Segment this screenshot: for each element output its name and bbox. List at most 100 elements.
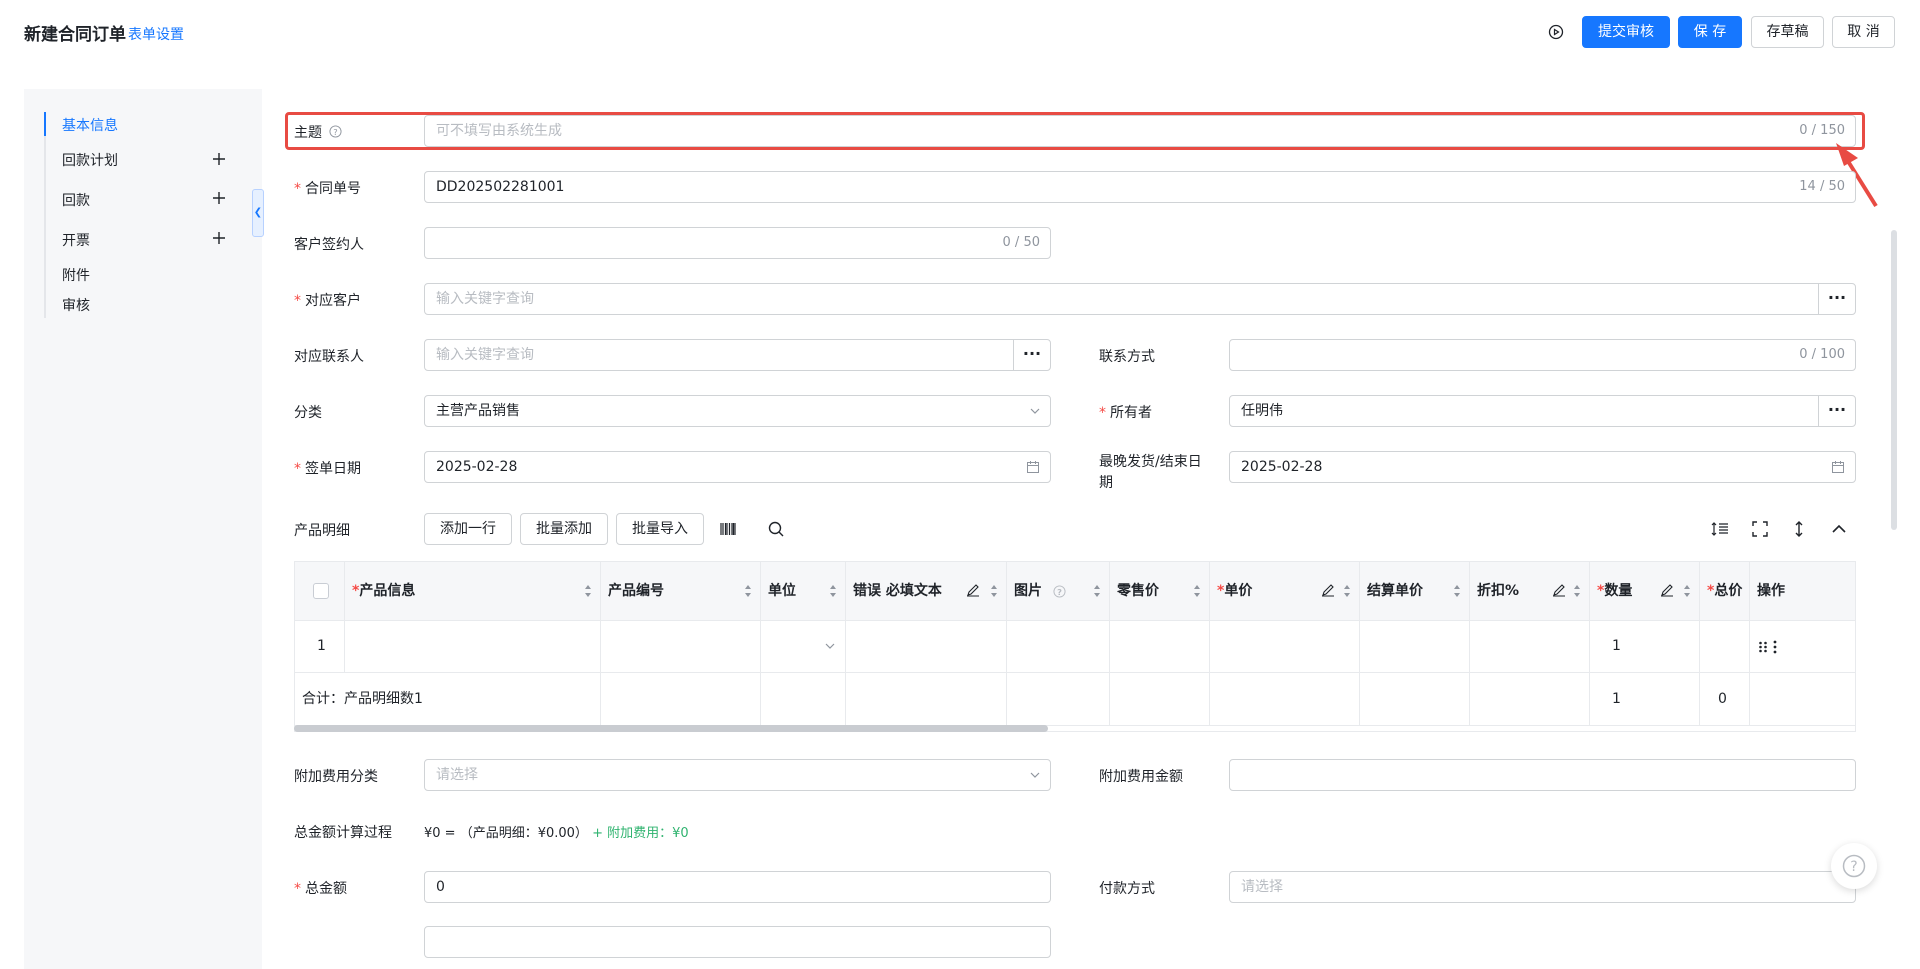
sidebar-active-indicator xyxy=(44,112,46,136)
sign-date-input[interactable]: 2025-02-28 xyxy=(424,451,1051,483)
latest-delivery-input[interactable]: 2025-02-28 xyxy=(1229,451,1856,483)
contact-input[interactable]: 输入关键字查询 xyxy=(424,339,1014,371)
contact-method-input[interactable]: 0 / 100 xyxy=(1229,339,1856,371)
drag-icon[interactable] xyxy=(1758,640,1768,654)
sort-icon[interactable] xyxy=(1453,584,1461,598)
calc-process-text: ¥0 = （产品明细：¥0.00） + 附加费用：¥0 xyxy=(424,826,689,841)
sidebar-item-attachment[interactable]: 附件 xyxy=(62,265,90,285)
sidebar-item-basic-info[interactable]: 基本信息 xyxy=(62,115,118,135)
sort-icon[interactable] xyxy=(1683,584,1691,598)
cell-image[interactable] xyxy=(1007,620,1110,673)
plus-icon[interactable] xyxy=(212,231,226,245)
sidebar-item-payment-plan[interactable]: 回款计划 xyxy=(62,150,118,170)
cell-retail-price[interactable] xyxy=(1110,620,1210,673)
sidebar xyxy=(24,89,262,969)
cell-product-info[interactable] xyxy=(345,620,601,673)
summary-cell xyxy=(846,673,1007,726)
save-draft-button[interactable]: 存草稿 xyxy=(1751,16,1824,48)
fullscreen-icon[interactable] xyxy=(1751,520,1769,538)
payment-method-label: 付款方式 xyxy=(1099,881,1155,897)
cancel-button[interactable]: 取 消 xyxy=(1832,16,1895,48)
cell-product-code[interactable] xyxy=(601,620,761,673)
contact-more-button[interactable]: ··· xyxy=(1013,339,1051,371)
select-all-checkbox[interactable] xyxy=(313,583,329,599)
expand-vertical-icon[interactable] xyxy=(1790,520,1808,538)
sort-icon[interactable] xyxy=(829,584,837,598)
owner-input[interactable]: 任明伟 xyxy=(1229,395,1819,427)
cell-total-price[interactable] xyxy=(1700,620,1750,673)
edit-icon[interactable] xyxy=(1660,583,1674,597)
save-button[interactable]: 保 存 xyxy=(1678,16,1742,48)
batch-add-button[interactable]: 批量添加 xyxy=(520,513,608,545)
calendar-icon xyxy=(1832,461,1844,473)
sidebar-item-review[interactable]: 审核 xyxy=(62,295,90,315)
page-vertical-scrollbar[interactable] xyxy=(1891,230,1897,530)
th-error-required[interactable]: 错误 必填文本 xyxy=(846,562,1007,620)
summary-cell xyxy=(1750,673,1855,726)
chevron-up-icon[interactable] xyxy=(1830,520,1848,538)
sort-icon[interactable] xyxy=(1193,584,1201,598)
customer-input[interactable]: 输入关键字查询 xyxy=(424,283,1819,315)
th-product-info[interactable]: *产品信息 xyxy=(345,562,601,620)
customer-signer-input[interactable]: 0 / 50 xyxy=(424,227,1051,259)
cell-unit-price[interactable] xyxy=(1210,620,1360,673)
customer-more-button[interactable]: ··· xyxy=(1818,283,1856,315)
plus-icon[interactable] xyxy=(212,191,226,205)
sort-icon[interactable] xyxy=(990,584,998,598)
sort-icon[interactable] xyxy=(1573,584,1581,598)
batch-import-button[interactable]: 批量导入 xyxy=(616,513,704,545)
more-vertical-icon[interactable] xyxy=(1772,640,1778,654)
contract-no-label: * 合同单号 xyxy=(294,181,361,197)
edit-icon[interactable] xyxy=(1321,583,1335,597)
total-amount-input[interactable]: 0 xyxy=(424,871,1051,903)
cell-discount[interactable] xyxy=(1470,620,1590,673)
sort-icon[interactable] xyxy=(1343,584,1351,598)
th-quantity[interactable]: *数量 xyxy=(1590,562,1700,620)
play-circle-icon[interactable] xyxy=(1548,24,1564,40)
sidebar-item-payment[interactable]: 回款 xyxy=(62,190,90,210)
total-amount-label: * 总金额 xyxy=(294,881,347,897)
summary-cell xyxy=(761,673,846,726)
contact-label: 对应联系人 xyxy=(294,349,364,365)
th-retail-price[interactable]: 零售价 xyxy=(1110,562,1210,620)
category-select[interactable]: 主营产品销售 xyxy=(424,395,1051,427)
add-row-button[interactable]: 添加一行 xyxy=(424,513,512,545)
extra-fee-amount-input[interactable] xyxy=(1229,759,1856,791)
th-unit[interactable]: 单位 xyxy=(761,562,846,620)
plus-icon[interactable] xyxy=(212,152,226,166)
th-total-price[interactable]: *总价 xyxy=(1700,562,1750,620)
cell-settle-price[interactable] xyxy=(1360,620,1470,673)
summary-cell xyxy=(1210,673,1360,726)
th-product-code[interactable]: 产品编号 xyxy=(601,562,761,620)
sort-icon[interactable] xyxy=(744,584,752,598)
extra-fee-category-select[interactable]: 请选择 xyxy=(424,759,1051,791)
collapse-icon[interactable]: ❮ xyxy=(252,189,264,237)
form-settings-link[interactable]: 表单设置 xyxy=(128,24,184,44)
sort-icon[interactable] xyxy=(584,584,592,598)
table-horizontal-scrollbar[interactable] xyxy=(294,725,1048,732)
line-height-icon[interactable] xyxy=(1711,520,1729,538)
th-image[interactable]: 图片? xyxy=(1007,562,1110,620)
cell-error-required[interactable] xyxy=(846,620,1007,673)
barcode-icon[interactable] xyxy=(719,520,737,538)
chevron-down-icon xyxy=(1030,772,1040,778)
search-icon[interactable] xyxy=(767,520,785,538)
select-all-cell xyxy=(295,562,345,620)
edit-icon[interactable] xyxy=(1552,583,1566,597)
latest-delivery-label: 最晚发货/结束日 期 xyxy=(1099,454,1202,491)
submit-review-button[interactable]: 提交审核 xyxy=(1582,16,1670,48)
cell-unit[interactable] xyxy=(761,620,846,673)
sidebar-item-invoice[interactable]: 开票 xyxy=(62,230,90,250)
th-settle-price[interactable]: 结算单价 xyxy=(1360,562,1470,620)
edit-icon[interactable] xyxy=(966,583,980,597)
summary-quantity: 1 xyxy=(1590,673,1700,726)
th-unit-price[interactable]: *单价 xyxy=(1210,562,1360,620)
sort-icon[interactable] xyxy=(1093,584,1101,598)
cell-quantity[interactable]: 1 xyxy=(1590,620,1700,673)
help-float-button[interactable]: ? xyxy=(1831,843,1877,889)
owner-more-button[interactable]: ··· xyxy=(1818,395,1856,427)
th-discount[interactable]: 折扣% xyxy=(1470,562,1590,620)
contract-no-input[interactable]: DD202502281001 14 / 50 xyxy=(424,171,1856,203)
next-row-input[interactable] xyxy=(424,926,1051,958)
payment-method-select[interactable]: 请选择 xyxy=(1229,871,1856,903)
